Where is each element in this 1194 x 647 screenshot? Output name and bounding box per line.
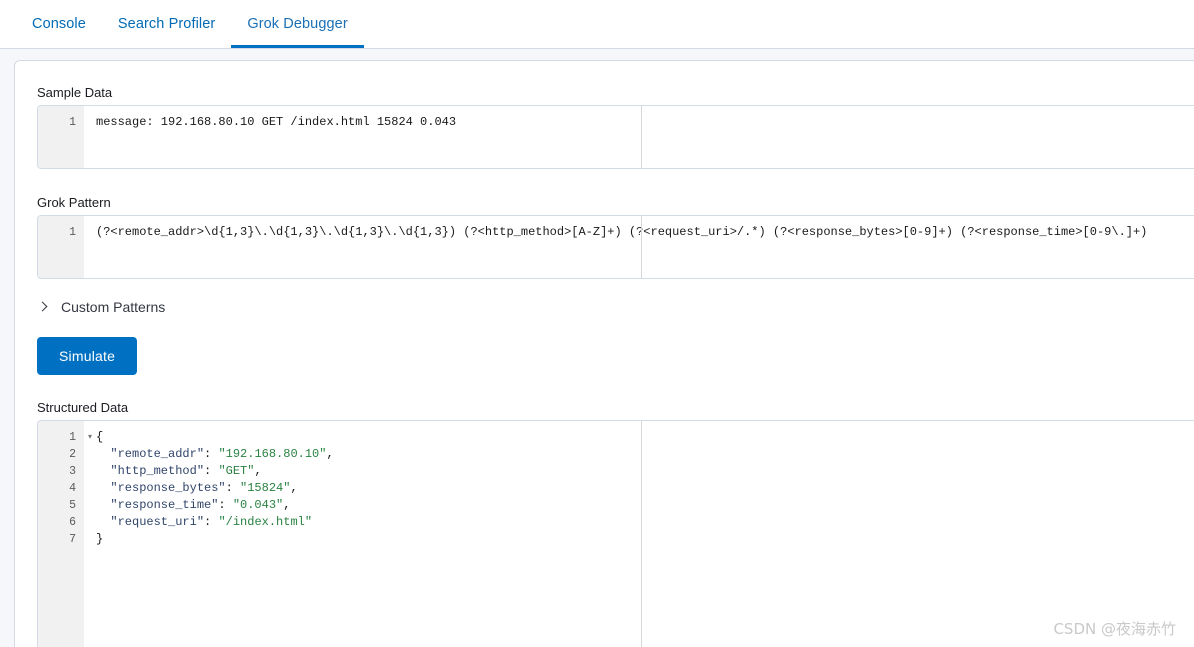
- code-line: "response_bytes": "15824",: [96, 480, 1194, 497]
- token-str: "192.168.80.10": [218, 447, 327, 461]
- code-line: "response_time": "0.043",: [96, 497, 1194, 514]
- sample-data-gutter: 1: [38, 106, 84, 168]
- token-punct: {: [96, 430, 104, 444]
- token-punct: :: [218, 498, 233, 512]
- code-line: }: [96, 531, 1194, 548]
- structured-data-label: Structured Data: [37, 400, 129, 415]
- token-str: "15824": [240, 481, 291, 495]
- token-punct: :: [225, 481, 241, 495]
- line-number: 3: [69, 465, 76, 478]
- code-line: "remote_addr": "192.168.80.10",: [96, 446, 1194, 463]
- token-key: "request_uri": [96, 515, 205, 529]
- structured-data-editor[interactable]: 1 ▾ 2 3 4 5 6 7 { "remote_addr": "192.168.80.10…: [37, 420, 1194, 647]
- grok-debugger-panel: Sample Data 1 message: 192.168.80.10 GET…: [14, 60, 1194, 647]
- token-punct: ,: [326, 447, 334, 461]
- sample-data-editor[interactable]: 1 message: 192.168.80.10 GET /index.html…: [37, 105, 1194, 169]
- page-canvas: Sample Data 1 message: 192.168.80.10 GET…: [0, 49, 1194, 647]
- token-punct: :: [204, 515, 219, 529]
- token-punct: :: [204, 447, 219, 461]
- token-str: "GET": [218, 464, 255, 478]
- tab-console[interactable]: Console: [16, 0, 102, 48]
- tab-bar: Console Search Profiler Grok Debugger: [0, 0, 1194, 49]
- structured-data-output: { "remote_addr": "192.168.80.10", "http_…: [84, 421, 1194, 647]
- token-punct: ,: [283, 498, 291, 512]
- line-number: 2: [69, 448, 76, 461]
- simulate-button[interactable]: Simulate: [37, 337, 138, 375]
- token-key: "response_time": [96, 498, 219, 512]
- code-line: {: [96, 429, 1194, 446]
- grok-pattern-gutter: 1: [38, 216, 84, 278]
- sample-data-input[interactable]: message: 192.168.80.10 GET /index.html 1…: [84, 106, 1194, 168]
- grok-pattern-editor[interactable]: 1 (?<remote_addr>\d{1,3}\.\d{1,3}\.\d{1,…: [37, 215, 1194, 279]
- line-number: 1: [69, 226, 76, 239]
- custom-patterns-label: Custom Patterns: [61, 299, 166, 315]
- token-punct: ,: [290, 481, 298, 495]
- custom-patterns-accordion[interactable]: Custom Patterns: [37, 299, 217, 315]
- chevron-right-icon: [37, 300, 51, 314]
- line-number: 6: [69, 516, 76, 529]
- line-number: 4: [69, 482, 76, 495]
- token-key: "http_method": [96, 464, 205, 478]
- line-number: 5: [69, 499, 76, 512]
- token-punct: ,: [254, 464, 262, 478]
- structured-data-gutter: 1 ▾ 2 3 4 5 6 7: [38, 421, 92, 647]
- code-line: "http_method": "GET",: [96, 463, 1194, 480]
- line-number: 7: [69, 533, 76, 546]
- token-key: "remote_addr": [96, 447, 205, 461]
- grok-pattern-label: Grok Pattern: [37, 195, 111, 210]
- line-number: 1 ▾: [69, 431, 92, 444]
- grok-pattern-input[interactable]: (?<remote_addr>\d{1,3}\.\d{1,3}\.\d{1,3}…: [84, 216, 1194, 278]
- token-str: "/index.html": [218, 515, 313, 529]
- tab-search-profiler[interactable]: Search Profiler: [102, 0, 231, 48]
- token-str: "0.043": [232, 498, 284, 512]
- token-key: "response_bytes": [96, 481, 226, 495]
- token-punct: }: [96, 532, 104, 546]
- token-punct: :: [204, 464, 219, 478]
- code-line: "request_uri": "/index.html": [96, 514, 1194, 531]
- sample-data-label: Sample Data: [37, 85, 113, 100]
- tab-grok-debugger[interactable]: Grok Debugger: [231, 0, 365, 48]
- line-number: 1: [69, 116, 76, 129]
